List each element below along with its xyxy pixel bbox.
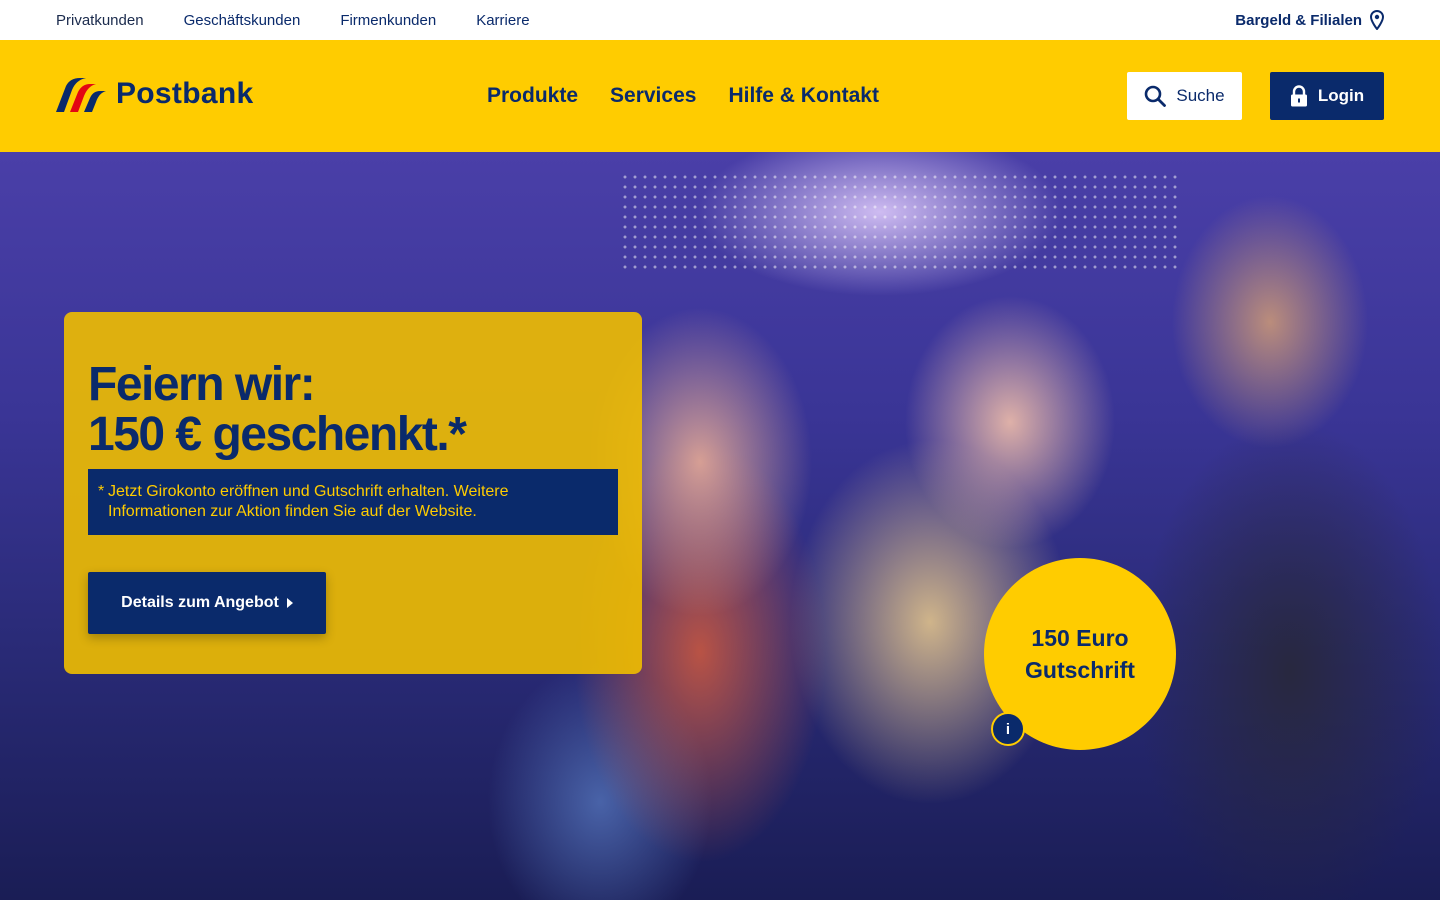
login-label: Login — [1317, 86, 1365, 105]
branches-link[interactable]: Bargeld & Filialen — [1235, 0, 1384, 40]
search-button[interactable]: Suche — [1127, 72, 1242, 120]
segment-karriere[interactable]: Karriere — [476, 12, 529, 29]
segment-firmenkunden[interactable]: Firmenkunden — [340, 12, 436, 29]
promo-card: Feiern wir: 150 € geschenkt.* * Jetzt Gi… — [64, 312, 642, 674]
search-label: Suche — [1176, 86, 1225, 105]
promo-title-line1: Feiern wir: — [88, 358, 316, 411]
location-pin-icon — [1370, 10, 1384, 30]
footnote-star: * — [98, 483, 105, 500]
nav-services[interactable]: Services — [610, 84, 696, 108]
promo-title: Feiern wir: 150 € geschenkt.* — [88, 358, 467, 461]
hero-background-image — [620, 172, 1180, 272]
postbank-logo[interactable]: Postbank — [56, 76, 253, 112]
logo-text: Postbank — [116, 77, 254, 110]
offer-details-button[interactable]: Details zum Angebot — [88, 572, 326, 634]
branches-label: Bargeld & Filialen — [1235, 11, 1362, 29]
main-header: Postbank Produkte Services Hilfe & Konta… — [0, 40, 1440, 152]
promo-title-line2: 150 € geschenkt.* — [88, 408, 467, 461]
segment-privatkunden[interactable]: Privatkunden — [56, 12, 144, 29]
chevron-right-icon — [286, 598, 293, 608]
login-button[interactable]: Login — [1270, 72, 1384, 120]
promo-footnote: * Jetzt Girokonto eröffnen und Gutschrif… — [88, 469, 618, 535]
top-utility-bar: Privatkunden Geschäftskunden Firmenkunde… — [0, 0, 1440, 40]
nav-hilfe-kontakt[interactable]: Hilfe & Kontakt — [728, 84, 879, 108]
postbank-logo-icon — [56, 78, 106, 112]
badge-line2: Gutschrift — [1025, 657, 1135, 683]
footnote-text: Jetzt Girokonto eröffnen und Gutschrift … — [108, 483, 509, 520]
hero-banner: Feiern wir: 150 € geschenkt.* * Jetzt Gi… — [0, 152, 1440, 900]
main-nav: Produkte Services Hilfe & Kontakt — [487, 80, 879, 112]
badge-line1: 150 Euro — [1031, 625, 1129, 651]
info-icon[interactable]: i — [991, 712, 1025, 746]
nav-produkte[interactable]: Produkte — [487, 84, 578, 108]
lock-icon — [1290, 85, 1307, 107]
search-icon — [1145, 85, 1167, 107]
offer-details-label: Details zum Angebot — [121, 594, 279, 611]
segment-geschaeftskunden[interactable]: Geschäftskunden — [184, 12, 301, 29]
segment-nav: Privatkunden Geschäftskunden Firmenkunde… — [56, 0, 530, 40]
